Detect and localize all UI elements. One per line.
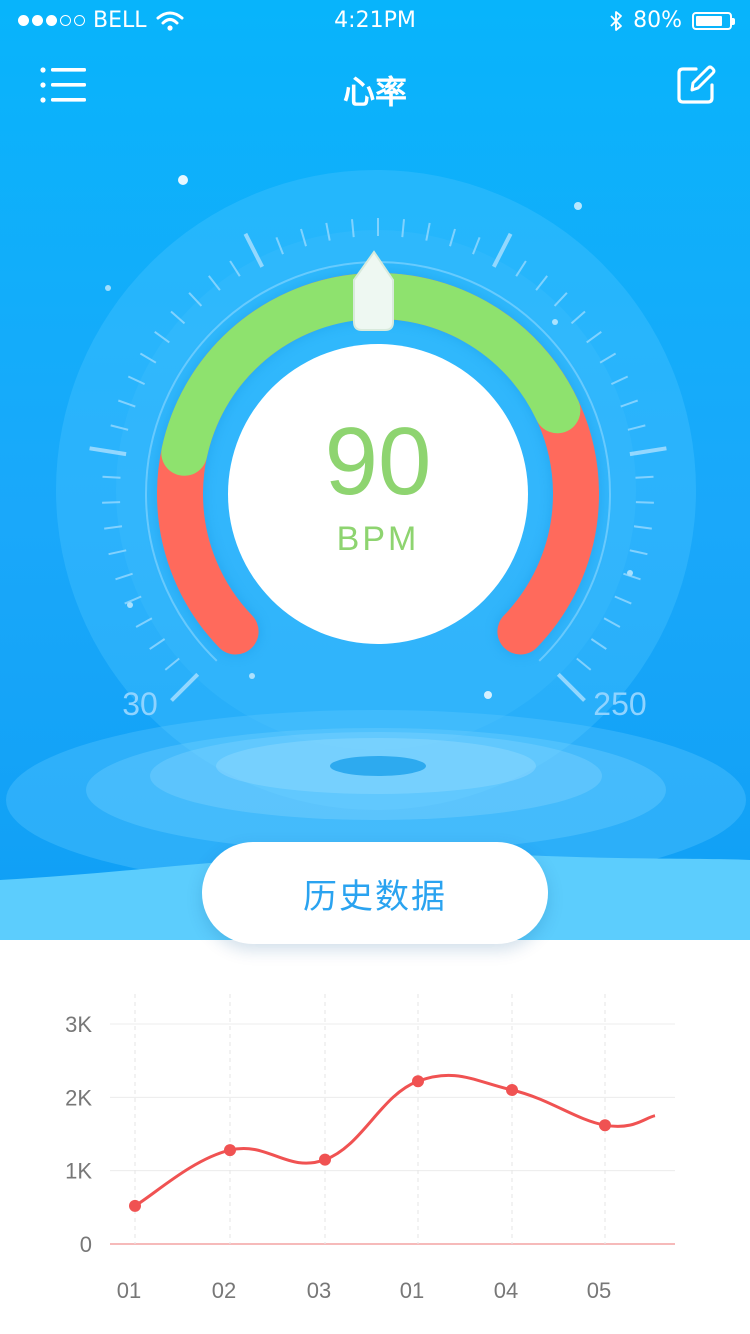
heart-rate-value: 90 — [324, 408, 432, 515]
history-data-label: 历史数据 — [303, 876, 447, 917]
data-point — [319, 1153, 331, 1166]
edit-icon — [677, 65, 716, 104]
x-tick-label: 03 — [307, 1278, 331, 1303]
y-tick-label: 1K — [65, 1159, 92, 1184]
gauge-tick — [635, 501, 654, 504]
x-tick-label: 05 — [587, 1278, 611, 1303]
gauge-max-label: 250 — [593, 686, 647, 722]
gauge-tick — [635, 475, 654, 479]
gauge-min-label: 30 — [122, 686, 158, 722]
gauge-tick — [102, 475, 121, 479]
heart-rate-history-chart: 0 1K 2K 3K 01 02 03 01 04 05 — [65, 994, 675, 1303]
data-point — [599, 1119, 611, 1132]
y-tick-label: 3K — [65, 1012, 92, 1037]
gauge-tick — [102, 501, 121, 504]
heart-rate-unit: BPM — [336, 520, 420, 558]
x-tick-label: 02 — [212, 1278, 236, 1303]
bluetooth-icon — [610, 10, 622, 31]
x-tick-label: 01 — [117, 1278, 141, 1303]
x-tick-label: 01 — [400, 1278, 424, 1303]
y-tick-label: 2K — [65, 1085, 92, 1110]
history-data-button[interactable]: 历史数据 — [202, 842, 548, 944]
series-line — [134, 1073, 656, 1208]
page-title: 心率 — [342, 73, 407, 111]
status-right: 80% — [609, 8, 735, 33]
nav-bar: 心率 — [0, 55, 750, 115]
data-point — [412, 1075, 424, 1088]
edit-button[interactable] — [674, 63, 718, 107]
y-tick-label: 0 — [80, 1232, 92, 1257]
data-point — [129, 1199, 141, 1212]
status-bar: BELL 4:21PM 80% — [0, 0, 750, 40]
x-tick-label: 04 — [494, 1278, 518, 1303]
data-point — [506, 1084, 518, 1096]
battery-icon — [692, 11, 735, 30]
data-point — [224, 1144, 236, 1157]
battery-percent: 80% — [633, 8, 682, 33]
